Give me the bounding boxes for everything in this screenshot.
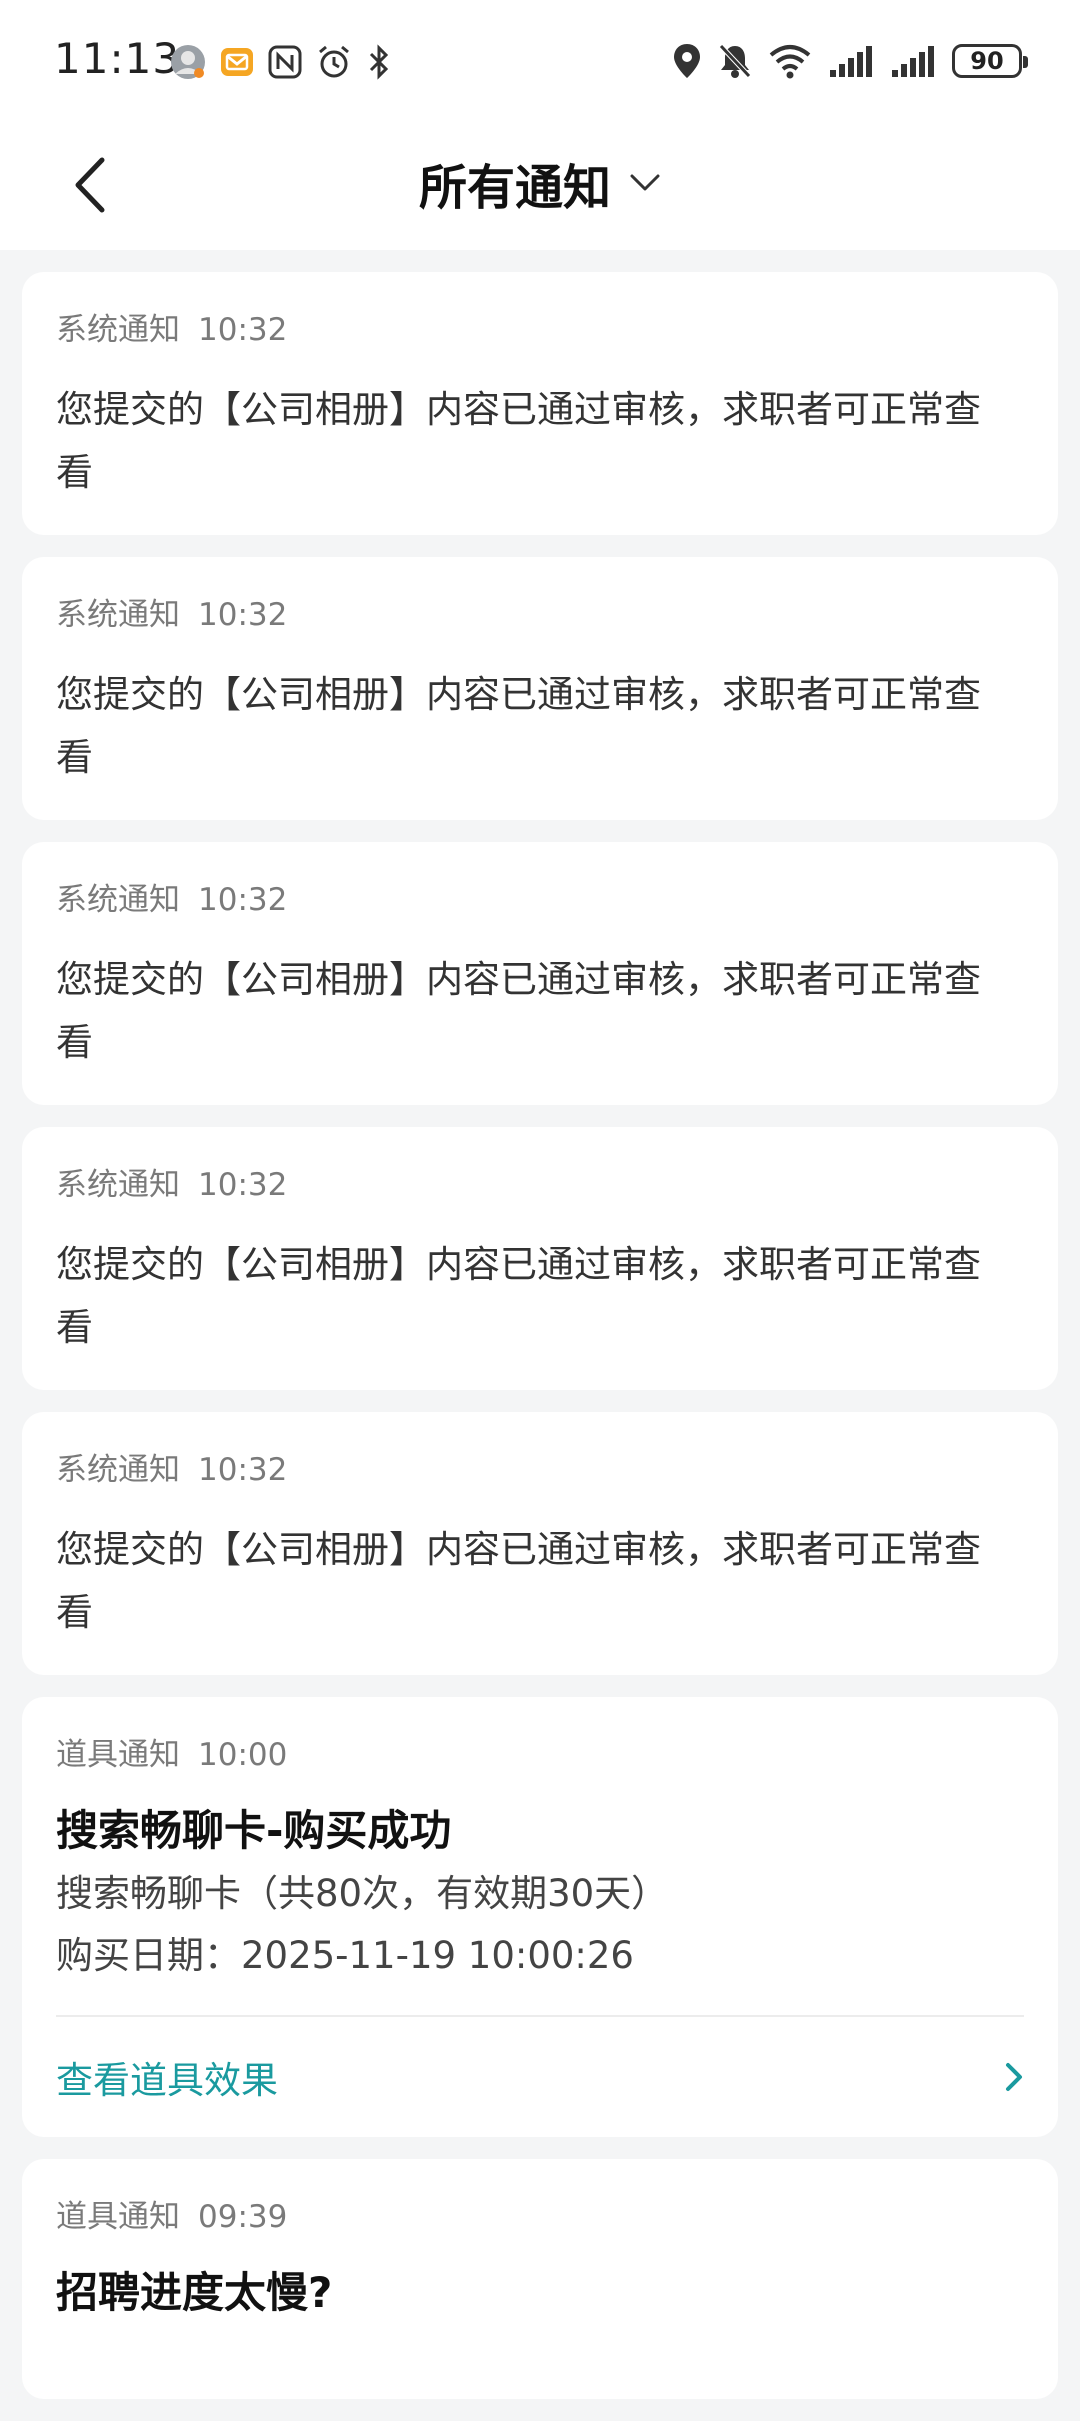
notification-type: 系统通知 [56,597,180,633]
prop-notification-title: 搜索畅聊卡-购买成功 [56,1806,452,1855]
avatar-icon [171,45,205,79]
notification-meta: 系统通知 10:32 [56,308,1024,352]
notification-meta: 道具通知 10:00 [56,1733,1024,1777]
notification-text: 您提交的【公司相册】内容已通过审核，求职者可正常查看 [56,1243,981,1349]
notification-time: 09:39 [198,2199,288,2235]
alarm-icon [319,45,349,78]
status-left-icons [170,44,392,80]
notification-time: 10:00 [198,1737,288,1773]
battery-indicator: 90 [952,44,1028,78]
status-time: 11:13 [54,34,181,83]
header: 所有通知 [0,120,1080,250]
signal-icon [892,46,934,77]
status-bar: 11:13 90 [0,0,1080,120]
notification-meta: 系统通知 10:32 [56,593,1024,637]
notification-list: 系统通知 10:32 您提交的【公司相册】内容已通过审核，求职者可正常查看 系统通… [22,272,1058,2421]
notification-text: 您提交的【公司相册】内容已通过审核，求职者可正常查看 [56,673,981,779]
notification-time: 10:32 [198,1167,288,1203]
notification-card[interactable]: 系统通知 10:32 您提交的【公司相册】内容已通过审核，求职者可正常查看 [22,557,1058,820]
notification-time: 10:32 [198,312,288,348]
notification-time: 10:32 [198,597,288,633]
notification-filter-dropdown[interactable]: 所有通知 [0,148,1080,218]
notification-time: 10:32 [198,882,288,918]
notification-card[interactable]: 系统通知 10:32 您提交的【公司相册】内容已通过审核，求职者可正常查看 [22,272,1058,535]
notification-type: 系统通知 [56,1167,180,1203]
prop-notification-card[interactable]: 道具通知 10:00 搜索畅聊卡-购买成功 搜索畅聊卡（共80次，有效期30天） … [22,1697,1058,2137]
wifi-icon [769,45,811,79]
notification-type: 系统通知 [56,1452,180,1488]
prop-description: 搜索畅聊卡（共80次，有效期30天） [56,1872,669,1915]
notification-meta: 系统通知 10:32 [56,1163,1024,1207]
prop-notification-title: 招聘进度太慢? [56,2268,333,2317]
notification-text: 您提交的【公司相册】内容已通过审核，求职者可正常查看 [56,1528,981,1634]
notification-meta: 道具通知 09:39 [56,2195,1024,2239]
notification-time: 10:32 [198,1452,288,1488]
mute-icon [719,44,751,78]
bluetooth-icon [369,44,389,80]
notification-card[interactable]: 系统通知 10:32 您提交的【公司相册】内容已通过审核，求职者可正常查看 [22,1412,1058,1675]
location-icon [674,44,700,78]
notification-card[interactable]: 系统通知 10:32 您提交的【公司相册】内容已通过审核，求职者可正常查看 [22,1127,1058,1390]
chevron-down-icon [630,174,660,191]
notification-type: 道具通知 [56,2199,180,2235]
view-prop-effect-label: 查看道具效果 [56,2059,278,2102]
notification-type: 系统通知 [56,312,180,348]
purchase-date: 购买日期：2025-11-19 10:00:26 [56,1934,634,1977]
nfc-icon [268,45,302,79]
page-title: 所有通知 [418,160,611,216]
notification-text: 您提交的【公司相册】内容已通过审核，求职者可正常查看 [56,388,981,494]
view-prop-effect-button[interactable]: 查看道具效果 [56,2017,1024,2137]
notification-card[interactable]: 系统通知 10:32 您提交的【公司相册】内容已通过审核，求职者可正常查看 [22,842,1058,1105]
notification-type: 道具通知 [56,1737,180,1773]
notification-type: 系统通知 [56,882,180,918]
battery-level: 90 [970,47,1004,75]
notification-meta: 系统通知 10:32 [56,1448,1024,1492]
notification-text: 您提交的【公司相册】内容已通过审核，求职者可正常查看 [56,958,981,1064]
mail-icon [221,48,253,76]
prop-notification-card[interactable]: 道具通知 09:39 招聘进度太慢? [22,2159,1058,2399]
notification-meta: 系统通知 10:32 [56,878,1024,922]
chevron-right-icon [1006,2063,1022,2091]
signal-icon [830,46,872,77]
status-right-icons: 90 [672,40,1028,82]
